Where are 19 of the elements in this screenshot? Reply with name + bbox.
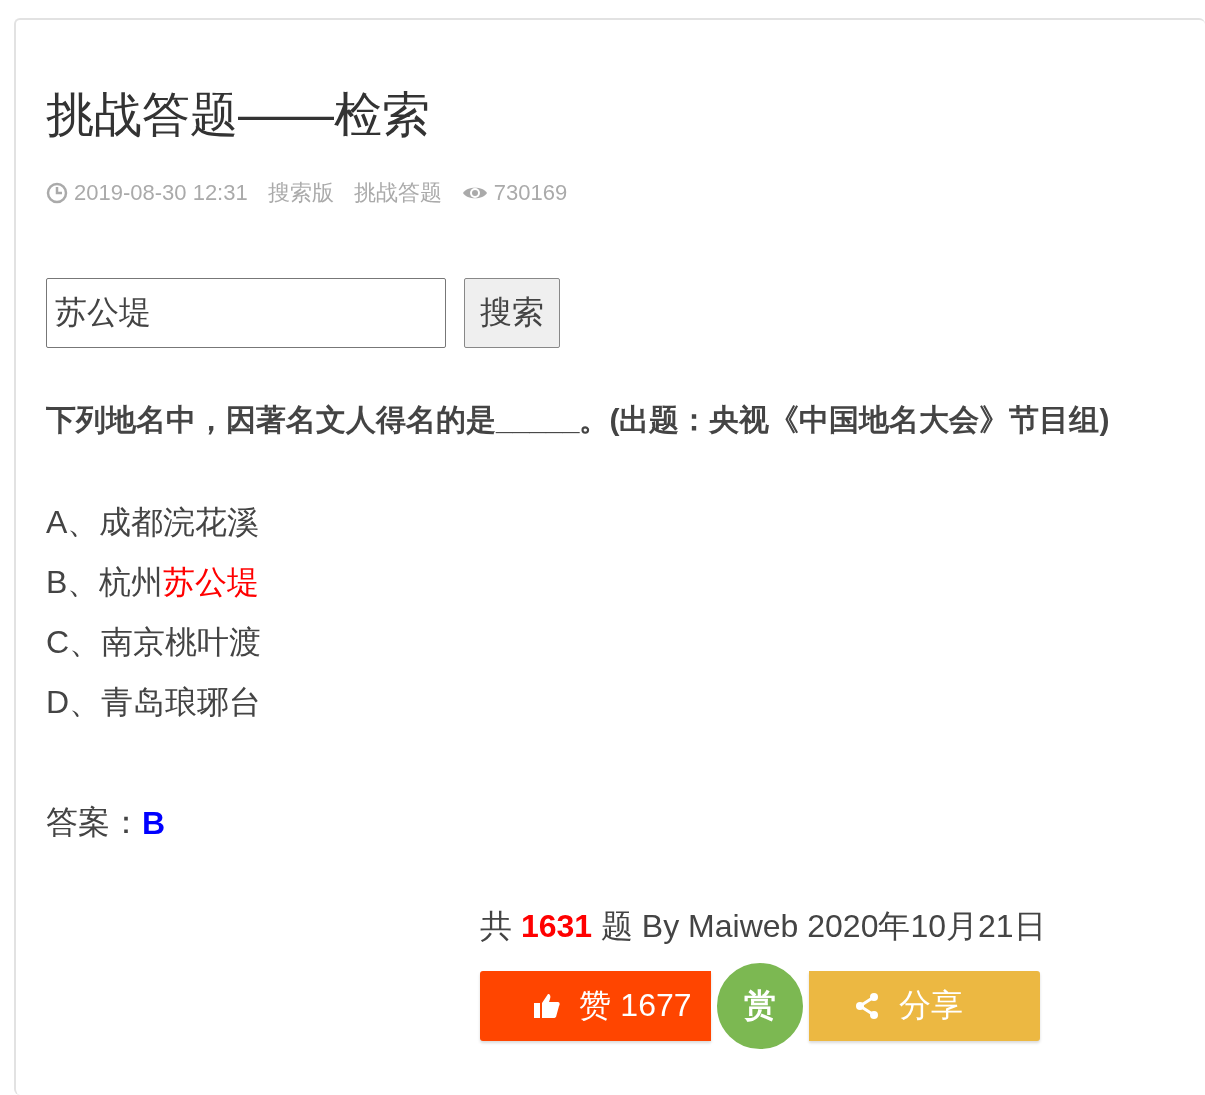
search-field[interactable]: 苏公堤 — [46, 278, 446, 348]
answer-value: B — [142, 804, 166, 842]
search-button[interactable]: 搜索 — [464, 278, 560, 348]
answer-option: A、成都浣花溪 — [46, 503, 1205, 541]
answer-label: 答案： — [46, 803, 142, 842]
thumbs-up-icon — [533, 992, 562, 1020]
answer-option: C、南京桃叶渡 — [46, 623, 1205, 661]
view-count: 730169 — [493, 180, 568, 206]
article-title: 挑战答题——检索 — [46, 87, 431, 143]
clock-icon — [46, 182, 68, 204]
answer-option: D、青岛琅琊台 — [46, 683, 1205, 721]
category-tag[interactable]: 搜索版 — [267, 178, 334, 208]
category-tag[interactable]: 挑战答题 — [353, 178, 442, 208]
answer-option: B、杭州苏公堤 — [46, 563, 1205, 601]
question-count-text: 共 1631 题 By Maiweb 2020年10月21日 — [480, 907, 1047, 946]
post-date: 2019-08-30 12:31 — [74, 180, 248, 206]
share-button[interactable]: 分享 — [809, 971, 1040, 1041]
like-button[interactable]: 赞 1677 — [480, 971, 711, 1041]
question-text: 下列地名中，因著名文人得名的是_____。(出题：央视《中国地名大会》节目组) — [46, 402, 1111, 438]
